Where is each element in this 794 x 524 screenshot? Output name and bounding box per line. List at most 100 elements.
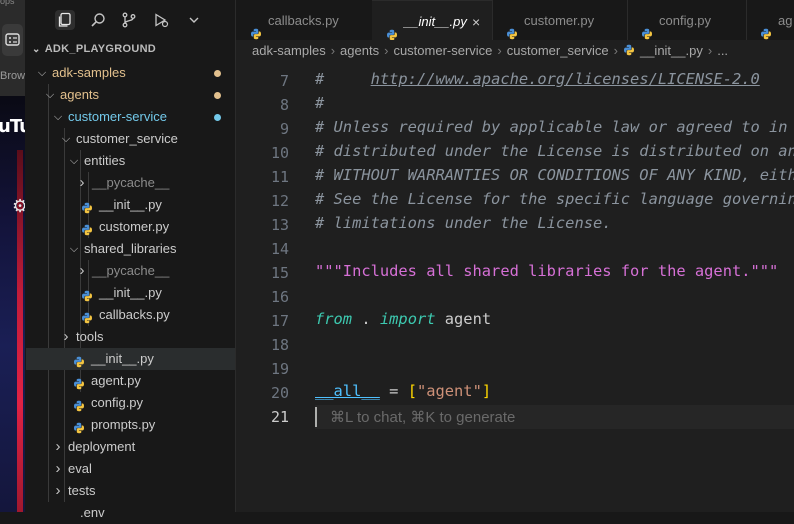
- folder-tree-item[interactable]: ⌵ entities: [26, 150, 235, 172]
- run-debug-icon[interactable]: [151, 10, 171, 30]
- line-number: 8: [279, 96, 289, 114]
- tree-item-label: customer.py: [99, 219, 170, 234]
- git-status-dot: [214, 92, 221, 99]
- chevron-right-icon: ›: [63, 328, 69, 345]
- file-tree-item[interactable]: __init__.py: [26, 348, 235, 370]
- line-number: 20: [270, 384, 289, 402]
- folder-tree-item[interactable]: ⌵ customer_service: [26, 128, 235, 150]
- tree-item-label: __pycache__: [92, 263, 170, 278]
- line-number: 16: [270, 288, 289, 306]
- background-window-strip: ops Brow uTu ⚙: [0, 0, 25, 512]
- breadcrumb-item[interactable]: customer_service: [507, 43, 609, 58]
- code-line-11[interactable]: # WITHOUT WARRANTIES OR CONDITIONS OF AN…: [315, 166, 794, 184]
- code-line-8[interactable]: #: [315, 94, 324, 112]
- keyword-from: from: [315, 310, 353, 328]
- browser-label: Brow: [0, 70, 25, 82]
- tree-item-label: deployment: [68, 439, 136, 454]
- python-file-icon: [623, 41, 635, 62]
- folder-tree-item[interactable]: › __pycache__: [26, 172, 235, 194]
- folder-tree-item[interactable]: ⌵ adk-samples: [26, 62, 235, 84]
- folder-tree-item[interactable]: ⌵ agents: [26, 84, 235, 106]
- file-tree-item[interactable]: .env: [26, 502, 235, 524]
- file-tree-item[interactable]: customer.py: [26, 216, 235, 238]
- chevron-down-icon[interactable]: [184, 10, 204, 30]
- folder-tree-item[interactable]: › tests: [26, 480, 235, 502]
- sidebar-toggle-icon[interactable]: [2, 24, 23, 56]
- folder-tree-item[interactable]: ⌵ shared_libraries: [26, 238, 235, 260]
- close-tab-icon[interactable]: ×: [472, 1, 480, 43]
- breadcrumb-item[interactable]: customer-service: [393, 43, 492, 58]
- files-icon[interactable]: [55, 10, 75, 30]
- breadcrumb-item[interactable]: agents: [340, 43, 379, 58]
- file-tree-item[interactable]: agent.py: [26, 370, 235, 392]
- comment: #: [315, 70, 371, 88]
- chevron-right-icon: ›: [55, 438, 61, 455]
- code-line-20[interactable]: __all__ = ["agent"]: [315, 382, 491, 400]
- editor-tab[interactable]: ag: [746, 0, 794, 40]
- breadcrumb-separator-icon: ›: [707, 43, 713, 58]
- tree-item-label: callbacks.py: [99, 307, 170, 322]
- tree-item-label: entities: [84, 153, 126, 168]
- line-number: 13: [270, 216, 289, 234]
- chevron-down-icon: ⌵: [69, 243, 79, 255]
- line-number: 19: [270, 360, 289, 378]
- breadcrumb-item[interactable]: adk-samples: [252, 43, 326, 58]
- code-line-7[interactable]: # http://www.apache.org/licenses/LICENSE…: [315, 70, 760, 88]
- tab-label: customer.py: [524, 13, 595, 28]
- editor-tab[interactable]: __init__.py ×: [372, 0, 493, 41]
- breadcrumb-item[interactable]: __init__.py: [640, 43, 703, 58]
- chevron-down-icon: ⌵: [69, 155, 79, 167]
- tree-item-label: config.py: [91, 395, 144, 410]
- tree-item-label: __init__.py: [99, 197, 162, 212]
- breadcrumb: adk-samples › agents › customer-service › cust…: [236, 40, 794, 62]
- tree-item-label: prompts.py: [91, 417, 156, 432]
- editor-tab[interactable]: customer.py: [492, 0, 628, 40]
- breadcrumb-item[interactable]: ...: [717, 43, 728, 58]
- bracket-close: ]: [481, 382, 492, 400]
- file-tree-item[interactable]: __init__.py: [26, 282, 235, 304]
- folder-tree-item[interactable]: › eval: [26, 458, 235, 480]
- bracket-open: [: [407, 382, 417, 400]
- tree-item-label: customer_service: [76, 131, 178, 146]
- file-tree-item[interactable]: __init__.py: [26, 194, 235, 216]
- tree-item-label: tools: [76, 329, 104, 344]
- breadcrumb-separator-icon: ›: [330, 43, 336, 58]
- background-window-text: ops: [0, 0, 15, 6]
- code-line-10[interactable]: # distributed under the License is distr…: [315, 142, 794, 160]
- explorer-sidebar: ⌄ ADK_PLAYGROUND ⌵ adk-samples ⌵ agents ⌵ cust…: [26, 0, 236, 520]
- breadcrumb-separator-icon: ›: [497, 43, 502, 58]
- tab-label: __init__.py: [404, 14, 467, 29]
- code-line-9[interactable]: # Unless required by applicable law or a…: [315, 118, 794, 136]
- code-line-17[interactable]: from . import agent: [315, 310, 491, 328]
- license-link[interactable]: http://www.apache.org/licenses/LICENSE-2…: [371, 70, 760, 88]
- editor-tab[interactable]: callbacks.py: [236, 0, 373, 40]
- folder-tree-item[interactable]: › __pycache__: [26, 260, 235, 282]
- file-tree-item[interactable]: prompts.py: [26, 414, 235, 436]
- chevron-down-icon: ⌵: [45, 89, 55, 101]
- folder-tree-item[interactable]: › deployment: [26, 436, 235, 458]
- file-tree-item[interactable]: callbacks.py: [26, 304, 235, 326]
- source-control-icon[interactable]: [119, 10, 139, 30]
- editor-tab[interactable]: config.py: [627, 0, 747, 40]
- line-number: 11: [270, 168, 289, 186]
- search-icon[interactable]: [88, 10, 108, 30]
- line-number: 17: [270, 312, 289, 330]
- chevron-right-icon: ›: [79, 174, 85, 191]
- code-editor[interactable]: # http://www.apache.org/licenses/LICENSE…: [236, 62, 794, 512]
- tree-item-label: __init__.py: [91, 351, 154, 366]
- keyword-import: import: [379, 310, 436, 328]
- file-tree-item[interactable]: config.py: [26, 392, 235, 414]
- editor-tab-bar: callbacks.py __init__.py × customer.py confi…: [236, 0, 794, 41]
- folder-tree-item[interactable]: › tools: [26, 326, 235, 348]
- import-name: agent: [435, 310, 492, 328]
- tree-item-label: customer-service: [68, 109, 167, 124]
- code-line-13[interactable]: # limitations under the License.: [315, 214, 612, 232]
- inline-ai-hint: ⌘L to chat, ⌘K to generate: [330, 409, 516, 426]
- code-line-15[interactable]: """Includes all shared libraries for the…: [315, 262, 778, 280]
- workspace-name: ADK_PLAYGROUND: [44, 43, 157, 55]
- folder-tree-item[interactable]: ⌵ customer-service: [26, 106, 235, 128]
- tree-item-label: adk-samples: [52, 65, 126, 80]
- code-line-12[interactable]: # See the License for the specific langu…: [315, 190, 794, 208]
- explorer-workspace-title[interactable]: ⌄ ADK_PLAYGROUND: [32, 43, 156, 55]
- gear-icon: ⚙: [12, 196, 25, 216]
